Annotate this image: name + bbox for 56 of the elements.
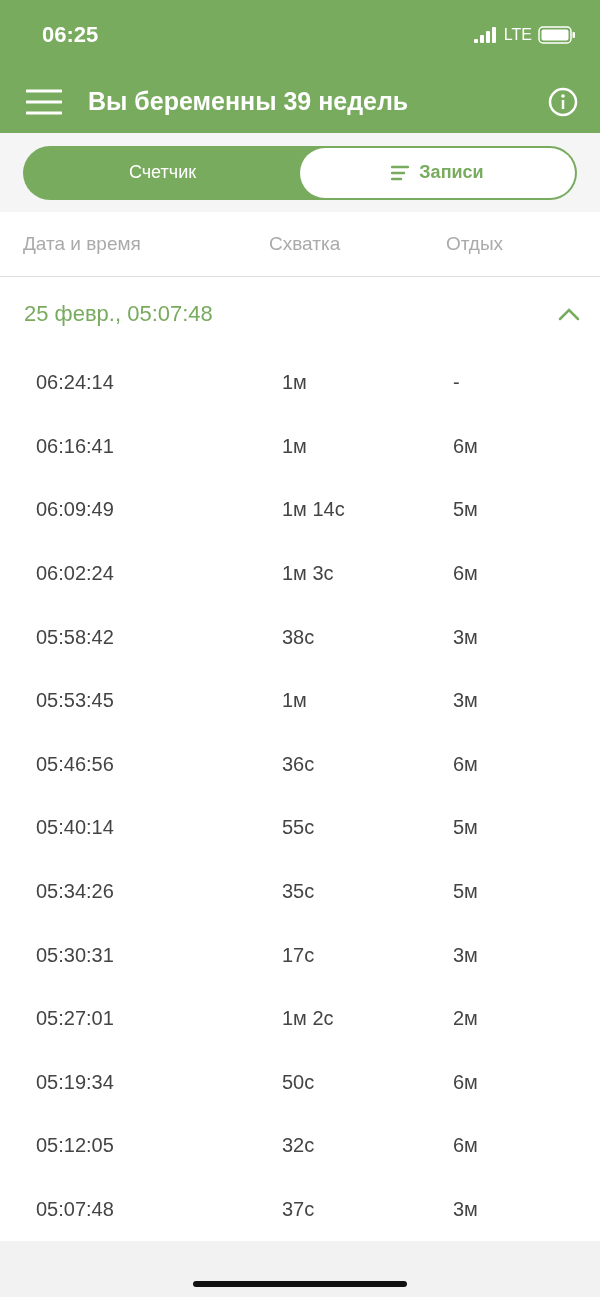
table-cell-text: 06:16:41	[36, 434, 115, 458]
table-cell-text: 6м	[453, 752, 479, 776]
table-cell-text: 05:19:34	[36, 1070, 115, 1094]
table-cell-text: 1м 14с	[282, 498, 346, 522]
table-cell-text: 05:53:45	[36, 689, 115, 713]
table-cell-text: 05:46:56	[36, 752, 115, 776]
table-cell-text: 06:09:49	[36, 498, 115, 522]
table-cell-text: 1м	[282, 371, 308, 395]
table-cell-text: 05:58:42	[36, 625, 115, 649]
segment-tab[interactable]: Счетчик	[25, 147, 300, 198]
table-cell-text: 05:30:31	[36, 943, 115, 967]
table-cell-text: -	[453, 371, 461, 395]
table-cell-text: 3м	[453, 943, 479, 967]
table-cell-text: 05:07:48	[36, 1198, 115, 1221]
table-cell-text: 6м	[453, 434, 479, 458]
table-cell-text: 5м	[453, 498, 479, 522]
table-cell-text: 35с	[282, 880, 316, 904]
column-header: Дата и время	[23, 233, 142, 255]
table-cell-text: 37с	[282, 1198, 316, 1221]
table-cell-text: 06:02:24	[36, 562, 115, 586]
table-cell-text: 06:24:14	[36, 371, 115, 395]
menu-button[interactable]	[26, 88, 62, 115]
table-cell-text: 36с	[282, 752, 316, 776]
signal-icon	[473, 27, 498, 43]
table-cell-text: 05:27:01	[36, 1007, 115, 1031]
table-cell-text: 05:40:14	[36, 816, 115, 840]
table-cell-text: 3м	[453, 1198, 479, 1221]
table-cell-text: 2м	[453, 1007, 479, 1031]
status-time: 06:25	[42, 22, 99, 48]
chevron-icon	[558, 307, 580, 321]
info-button[interactable]	[548, 86, 578, 117]
battery-icon	[538, 26, 576, 44]
table-cell-text: 6м	[453, 1134, 479, 1158]
table-cell-text: 6м	[453, 562, 479, 586]
table-cell-text: 17с	[282, 943, 316, 967]
column-header: Отдых	[446, 233, 505, 255]
table-cell-text: 5м	[453, 816, 479, 840]
table-cell-text: 6м	[453, 1070, 479, 1094]
table-cell-text: 1м	[282, 689, 308, 713]
list-icon	[391, 164, 410, 181]
network-type: LTE	[503, 26, 532, 44]
table-cell-text: 05:12:05	[36, 1134, 115, 1158]
table-cell-text: 3м	[453, 689, 479, 713]
table-cell-text: 5м	[453, 880, 479, 904]
table-cell-text: 05:34:26	[36, 880, 115, 904]
table-cell-text: 1м	[282, 434, 308, 458]
table-cell-text: 38с	[282, 625, 316, 649]
screen-title: Вы беременны 39 недель	[88, 87, 410, 116]
table-cell-text: 50с	[282, 1070, 316, 1094]
table-cell-text: 1м 2с	[282, 1007, 335, 1031]
table-cell-text: 55с	[282, 816, 316, 840]
segment-tab[interactable]: Записи	[300, 147, 575, 198]
table-cell-text: 3м	[453, 625, 479, 649]
column-header: Схватка	[269, 233, 342, 255]
table-cell-text: 32с	[282, 1134, 316, 1158]
table-cell-text: 1м 3с	[282, 562, 335, 586]
